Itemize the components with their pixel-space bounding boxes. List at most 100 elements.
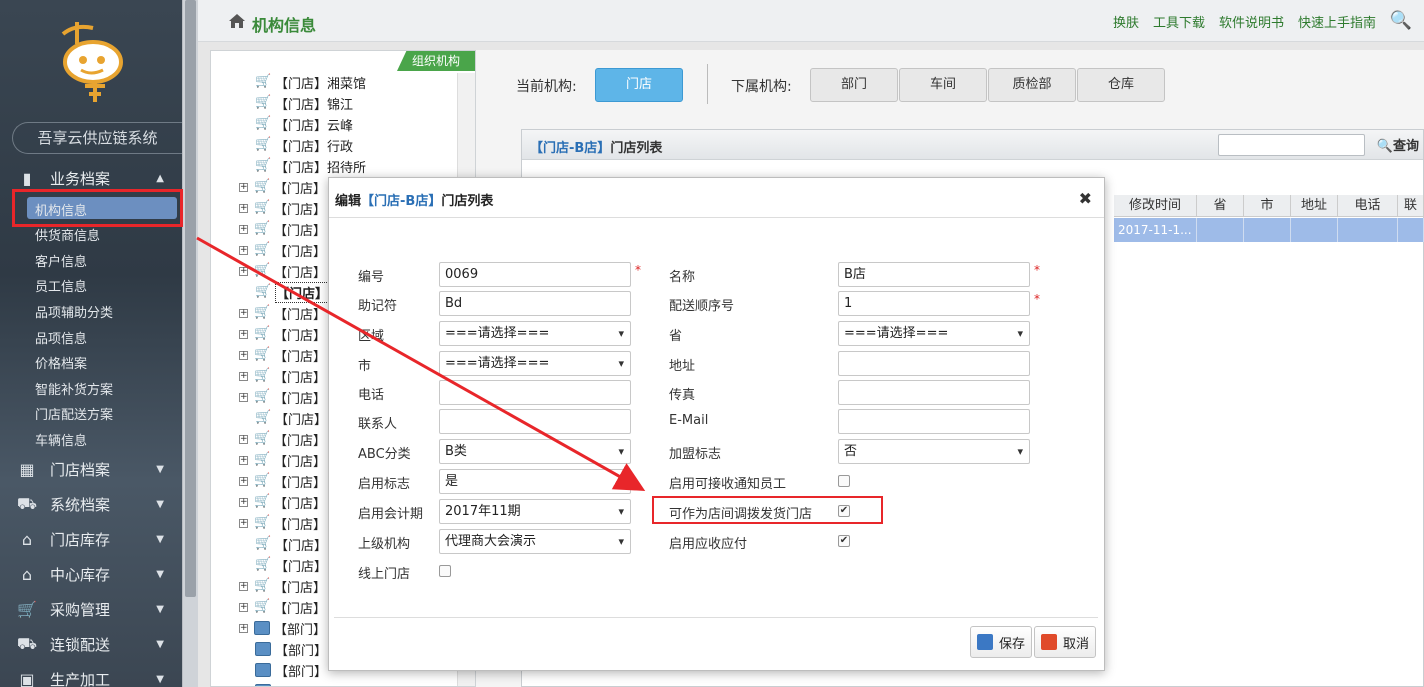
text-field[interactable]: B店 [838,262,1030,287]
tree-node[interactable]: + 🛒 【门店】 [239,597,326,617]
expand-icon[interactable]: + [239,455,248,465]
link-tool-download[interactable]: 工具下载 [1153,12,1205,31]
tree-node[interactable]: + 🛒 【门店】 [239,177,326,197]
table-row[interactable]: 2017-11-1... [1114,218,1197,242]
submenu-item-info[interactable]: 品项信息 [35,328,87,347]
expand-icon[interactable]: + [239,434,248,444]
key-icon[interactable]: 🔍 [1390,10,1412,31]
tree-node[interactable]: + 🛒 【门店】 [239,471,326,491]
expand-icon[interactable]: + [239,623,248,633]
table-cell[interactable] [1291,218,1338,242]
expand-icon[interactable]: + [239,329,248,339]
tree-node[interactable]: + 🛒 【门店】 [239,450,326,470]
expand-icon[interactable]: + [239,392,248,402]
select-field[interactable]: ===请选择=== [439,351,631,376]
table-cell[interactable] [1338,218,1398,242]
menu-store-files[interactable]: ▦ 门店档案 ▼ [0,453,182,485]
select-field[interactable]: B类 [439,439,631,464]
table-cell[interactable] [1244,218,1291,242]
col-address[interactable]: 地址 [1291,195,1338,217]
tree-node[interactable]: 🛒 【门店】行政 [255,135,353,155]
menu-store-inventory[interactable]: ⌂ 门店库存 ▼ [0,523,182,555]
tree-node[interactable]: + 🛒 【门店】 [239,219,326,239]
col-phone[interactable]: 电话 [1338,195,1398,217]
text-field[interactable]: Bd [439,291,631,316]
text-field[interactable] [439,380,631,405]
text-field[interactable]: 1 [838,291,1030,316]
tree-node[interactable]: + 🛒 【门店】 [239,387,326,407]
expand-icon[interactable]: + [239,203,248,213]
cancel-button[interactable]: 取消 [1034,626,1097,658]
table-cell[interactable] [1197,218,1244,242]
tree-node[interactable]: 🛒 【门店】 [255,281,330,303]
tree-node[interactable]: 【部门】 [255,660,327,680]
link-manual[interactable]: 软件说明书 [1219,12,1284,31]
menu-center-inventory[interactable]: ⌂ 中心库存 ▼ [0,558,182,590]
checkbox[interactable]: ✔ [838,535,850,547]
submenu-price-files[interactable]: 价格档案 [35,353,87,372]
expand-icon[interactable]: + [239,350,248,360]
tree-node[interactable]: 🛒 【门店】招待所 [255,156,366,176]
text-field[interactable]: 0069 [439,262,631,287]
menu-production[interactable]: ▣ 生产加工 ▼ [0,663,182,687]
text-field[interactable] [838,409,1030,434]
expand-icon[interactable]: + [239,266,248,276]
close-icon[interactable]: ✖ [1079,189,1092,208]
expand-icon[interactable]: + [239,581,248,591]
text-field[interactable] [439,409,631,434]
menu-system-files[interactable]: ⛟ 系统档案 ▼ [0,488,182,520]
tree-node[interactable]: + 🛒 【门店】 [239,324,326,344]
tree-node[interactable]: + 🛒 【门店】 [239,303,326,323]
link-skin[interactable]: 换肤 [1113,12,1139,31]
tree-node[interactable]: + 🛒 【门店】 [239,366,326,386]
sub-org-workshop-button[interactable]: 车间 [899,68,987,102]
sub-org-dept-button[interactable]: 部门 [810,68,898,102]
expand-icon[interactable]: + [239,224,248,234]
tree-node[interactable]: 【部门】 [255,639,327,659]
col-province[interactable]: 省 [1197,195,1244,217]
expand-icon[interactable]: + [239,476,248,486]
expand-icon[interactable]: + [239,497,248,507]
col-city[interactable]: 市 [1244,195,1291,217]
expand-icon[interactable]: + [239,602,248,612]
tree-node[interactable]: + 🛒 【门店】 [239,345,326,365]
submenu-item-category[interactable]: 品项辅助分类 [35,302,113,321]
submenu-smart-restock[interactable]: 智能补货方案 [35,379,113,398]
tree-node[interactable]: 🛒 【门店】 [255,555,327,575]
tree-node[interactable]: 🛒 【门店】锦江 [255,93,353,113]
link-quick-guide[interactable]: 快速上手指南 [1298,12,1376,31]
submenu-employee-info[interactable]: 员工信息 [35,276,87,295]
save-button[interactable]: 保存 [970,626,1033,658]
tree-node[interactable]: 🛒 【门店】 [255,534,327,554]
sub-org-qc-button[interactable]: 质检部 [988,68,1076,102]
tree-node[interactable]: + 🛒 【门店】 [239,492,326,512]
text-field[interactable] [838,380,1030,405]
tree-node[interactable]: + 🛒 【门店】 [239,429,326,449]
text-field[interactable] [838,351,1030,376]
checkbox[interactable] [439,565,451,577]
tree-node[interactable]: 🛒 【门店】云峰 [255,114,353,134]
select-field[interactable]: 2017年11期 [439,499,631,524]
tree-node[interactable]: + 🛒 【门店】 [239,198,326,218]
tree-node[interactable]: 🛒 【门店】 [255,408,327,428]
tree-node[interactable]: + 🛒 【门店】 [239,513,326,533]
expand-icon[interactable]: + [239,245,248,255]
tree-node[interactable]: + 🛒 【门店】 [239,576,326,596]
menu-chain-delivery[interactable]: ⛟ 连锁配送 ▼ [0,628,182,660]
tree-node[interactable]: 🛒 【门店】湘菜馆 [255,72,366,92]
text-field[interactable]: 是 [439,469,631,494]
current-org-button[interactable]: 门店 [595,68,683,102]
expand-icon[interactable]: + [239,371,248,381]
table-cell[interactable] [1398,218,1424,242]
tree-node[interactable]: + 🛒 【门店】 [239,240,326,260]
submenu-vehicle-info[interactable]: 车辆信息 [35,430,87,449]
submenu-supplier-info[interactable]: 供货商信息 [35,225,100,244]
search-input[interactable] [1218,134,1365,156]
tree-node[interactable]: + 🛒 【门店】 [239,261,326,281]
sidebar-scrollbar[interactable] [182,0,198,687]
select-field[interactable]: ===请选择=== [439,321,631,346]
submenu-customer-info[interactable]: 客户信息 [35,251,87,270]
select-field[interactable]: 否 [838,439,1030,464]
select-field[interactable]: ===请选择=== [838,321,1030,346]
menu-purchase[interactable]: 🛒 采购管理 ▼ [0,593,182,625]
